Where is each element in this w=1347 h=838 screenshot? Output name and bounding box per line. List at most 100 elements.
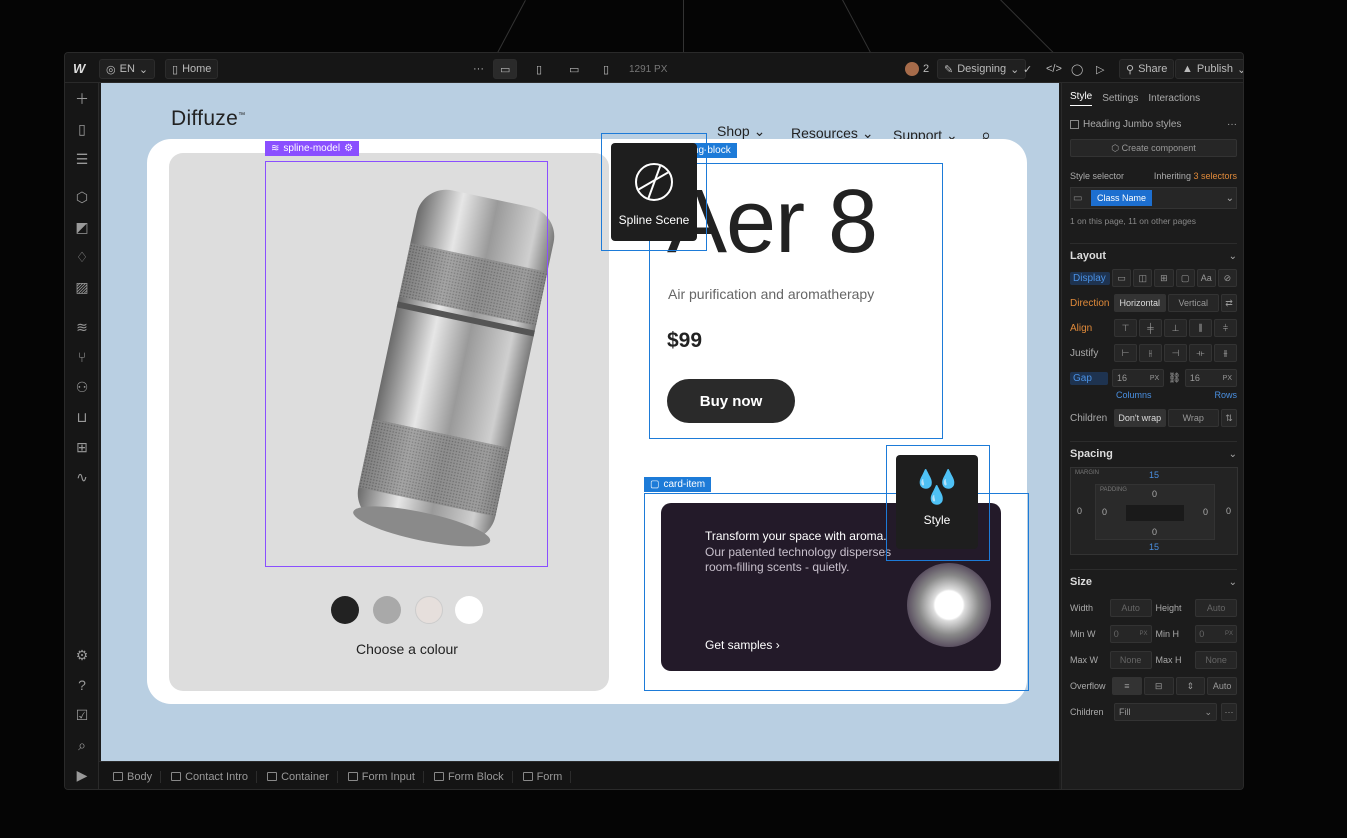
design-canvas[interactable]: Diffuze™ Shop ⌄ Resources ⌄ Support ⌄ ⌕: [101, 83, 1059, 761]
swatch-grey[interactable]: [373, 596, 401, 624]
justify-around-icon[interactable]: ⫵: [1214, 344, 1237, 362]
page-select[interactable]: ▯ Home: [165, 59, 219, 79]
swatch-sand[interactable]: [415, 596, 443, 624]
align-baseline-icon[interactable]: ⫩: [1214, 319, 1237, 337]
min-height-input[interactable]: 0 PX: [1195, 625, 1237, 643]
max-width-input[interactable]: None: [1109, 651, 1152, 669]
tab-style[interactable]: Style: [1070, 91, 1093, 106]
chevron-down-icon[interactable]: ⌄: [1229, 251, 1237, 262]
webflow-logo-icon[interactable]: W: [73, 61, 85, 76]
gap-columns-input[interactable]: 16 PX: [1112, 369, 1165, 387]
padding-left-value[interactable]: 0: [1102, 507, 1107, 517]
mobile-breakpoint-icon[interactable]: ▯: [597, 59, 615, 79]
padding-right-value[interactable]: 0: [1203, 507, 1208, 517]
size-section-title[interactable]: Size: [1070, 576, 1092, 588]
checkbox[interactable]: [1070, 120, 1079, 129]
lock-icon[interactable]: ⛓: [1168, 373, 1181, 384]
crumb-form[interactable]: Form: [515, 770, 572, 783]
activity-icon[interactable]: ∿: [72, 467, 92, 487]
inheriting-count[interactable]: 3 selectors: [1193, 171, 1237, 181]
margin-top-value[interactable]: 15: [1149, 470, 1159, 480]
users-icon[interactable]: ⚇: [72, 377, 92, 397]
spacing-section-title[interactable]: Spacing: [1070, 448, 1113, 460]
pages-icon[interactable]: ▯: [72, 119, 92, 139]
tablet-breakpoint-icon[interactable]: ▯: [530, 59, 548, 79]
reverse-icon[interactable]: ⇄: [1221, 294, 1237, 312]
style-selectors-icon[interactable]: ◩: [72, 217, 92, 237]
display-none-icon[interactable]: ⊘: [1217, 269, 1238, 287]
chevron-down-icon[interactable]: ⌄: [1229, 577, 1237, 588]
reverse-wrap-icon[interactable]: ⇅: [1221, 409, 1237, 427]
dont-wrap-option[interactable]: Don't wrap: [1114, 409, 1166, 427]
align-center-icon[interactable]: ╪: [1139, 319, 1162, 337]
ecommerce-icon[interactable]: ⊔: [72, 407, 92, 427]
spline-scene-popup[interactable]: Spline Scene: [611, 143, 697, 241]
margin-bottom-value[interactable]: 15: [1149, 542, 1159, 552]
display-flex-icon[interactable]: ◫: [1133, 269, 1153, 287]
overflow-visible-icon[interactable]: ≡: [1112, 677, 1142, 695]
justify-center-icon[interactable]: ⫲: [1139, 344, 1162, 362]
margin-left-value[interactable]: 0: [1077, 506, 1082, 516]
crumb-form-input[interactable]: Form Input: [340, 770, 424, 783]
height-input[interactable]: Auto: [1195, 599, 1237, 617]
swatch-white[interactable]: [455, 596, 483, 624]
direction-vertical[interactable]: Vertical: [1167, 294, 1219, 312]
assets-icon[interactable]: ▨: [72, 277, 92, 297]
layout-section-title[interactable]: Layout: [1070, 250, 1106, 262]
landscape-breakpoint-icon[interactable]: ▭: [563, 59, 585, 79]
display-block-icon[interactable]: ▭: [1112, 269, 1132, 287]
overflow-hidden-icon[interactable]: ⊟: [1143, 677, 1174, 695]
crumb-form-block[interactable]: Form Block: [426, 770, 513, 783]
navigator-icon[interactable]: ☰: [72, 149, 92, 169]
cms-icon[interactable]: ≋: [72, 317, 92, 337]
chevron-down-icon[interactable]: ⌄: [1226, 193, 1234, 204]
nav-shop[interactable]: Shop ⌄: [717, 123, 765, 140]
padding-bottom-value[interactable]: 0: [1152, 527, 1157, 537]
class-name-chip[interactable]: Class Name: [1091, 190, 1153, 206]
justify-start-icon[interactable]: ⊢: [1114, 344, 1137, 362]
spline-model-tag[interactable]: ≋ spline-model ⚙: [265, 141, 360, 156]
settings-icon[interactable]: ⚙: [72, 645, 92, 665]
style-popup[interactable]: 💧💧 💧 Style: [896, 455, 978, 549]
card-item-tag[interactable]: ▢ card-item: [644, 477, 712, 492]
publish-button[interactable]: ▲ Publish ⌄: [1175, 59, 1243, 79]
share-button[interactable]: ⚲ Share: [1119, 59, 1175, 79]
preview-icon[interactable]: ▷: [1090, 59, 1110, 79]
more-icon[interactable]: ···: [1221, 703, 1237, 721]
add-icon[interactable]: ＋: [72, 89, 92, 109]
crumb-container[interactable]: Container: [259, 770, 338, 783]
overflow-scroll-icon[interactable]: ⇕: [1175, 677, 1206, 695]
audit-icon[interactable]: ☑: [72, 705, 92, 725]
collaborators[interactable]: 2: [899, 59, 935, 79]
variables-icon[interactable]: ♢: [72, 247, 92, 267]
site-logo[interactable]: Diffuze™: [171, 107, 245, 131]
language-select[interactable]: ◎ EN ⌄: [99, 59, 156, 79]
video-icon[interactable]: ▶: [72, 765, 92, 785]
crumb-body[interactable]: Body: [105, 770, 162, 783]
logic-icon[interactable]: ⑂: [72, 347, 92, 367]
code-icon[interactable]: </>: [1040, 59, 1068, 79]
tab-interactions[interactable]: Interactions: [1148, 93, 1200, 104]
padding-top-value[interactable]: 0: [1152, 489, 1157, 499]
gap-rows-input[interactable]: 16 PX: [1184, 369, 1238, 387]
children-fill-select[interactable]: Fill ⌄: [1114, 703, 1217, 721]
crumb-contact-intro[interactable]: Contact Intro: [163, 770, 258, 783]
help-icon[interactable]: ?: [72, 675, 92, 695]
align-stretch-icon[interactable]: ⫼: [1189, 319, 1212, 337]
desktop-breakpoint-icon[interactable]: ▭: [493, 59, 518, 79]
display-grid-icon[interactable]: ⊞: [1154, 269, 1174, 287]
search-icon[interactable]: ⌕: [72, 735, 92, 755]
margin-right-value[interactable]: 0: [1226, 506, 1231, 516]
direction-horizontal[interactable]: Horizontal: [1114, 294, 1166, 312]
chevron-down-icon[interactable]: ⌄: [1229, 449, 1237, 460]
display-inline-block-icon[interactable]: ▢: [1175, 269, 1195, 287]
swatch-black[interactable]: [331, 596, 359, 624]
overflow-auto-option[interactable]: Auto: [1207, 677, 1237, 695]
components-icon[interactable]: ⬡: [72, 187, 92, 207]
more-icon[interactable]: ···: [467, 59, 490, 79]
create-component-button[interactable]: ⬡ Create component: [1070, 139, 1237, 157]
align-start-icon[interactable]: ⊤: [1114, 319, 1137, 337]
justify-between-icon[interactable]: ⟛: [1189, 344, 1212, 362]
comment-icon[interactable]: ◯: [1065, 59, 1089, 79]
min-width-input[interactable]: 0 PX: [1109, 625, 1152, 643]
